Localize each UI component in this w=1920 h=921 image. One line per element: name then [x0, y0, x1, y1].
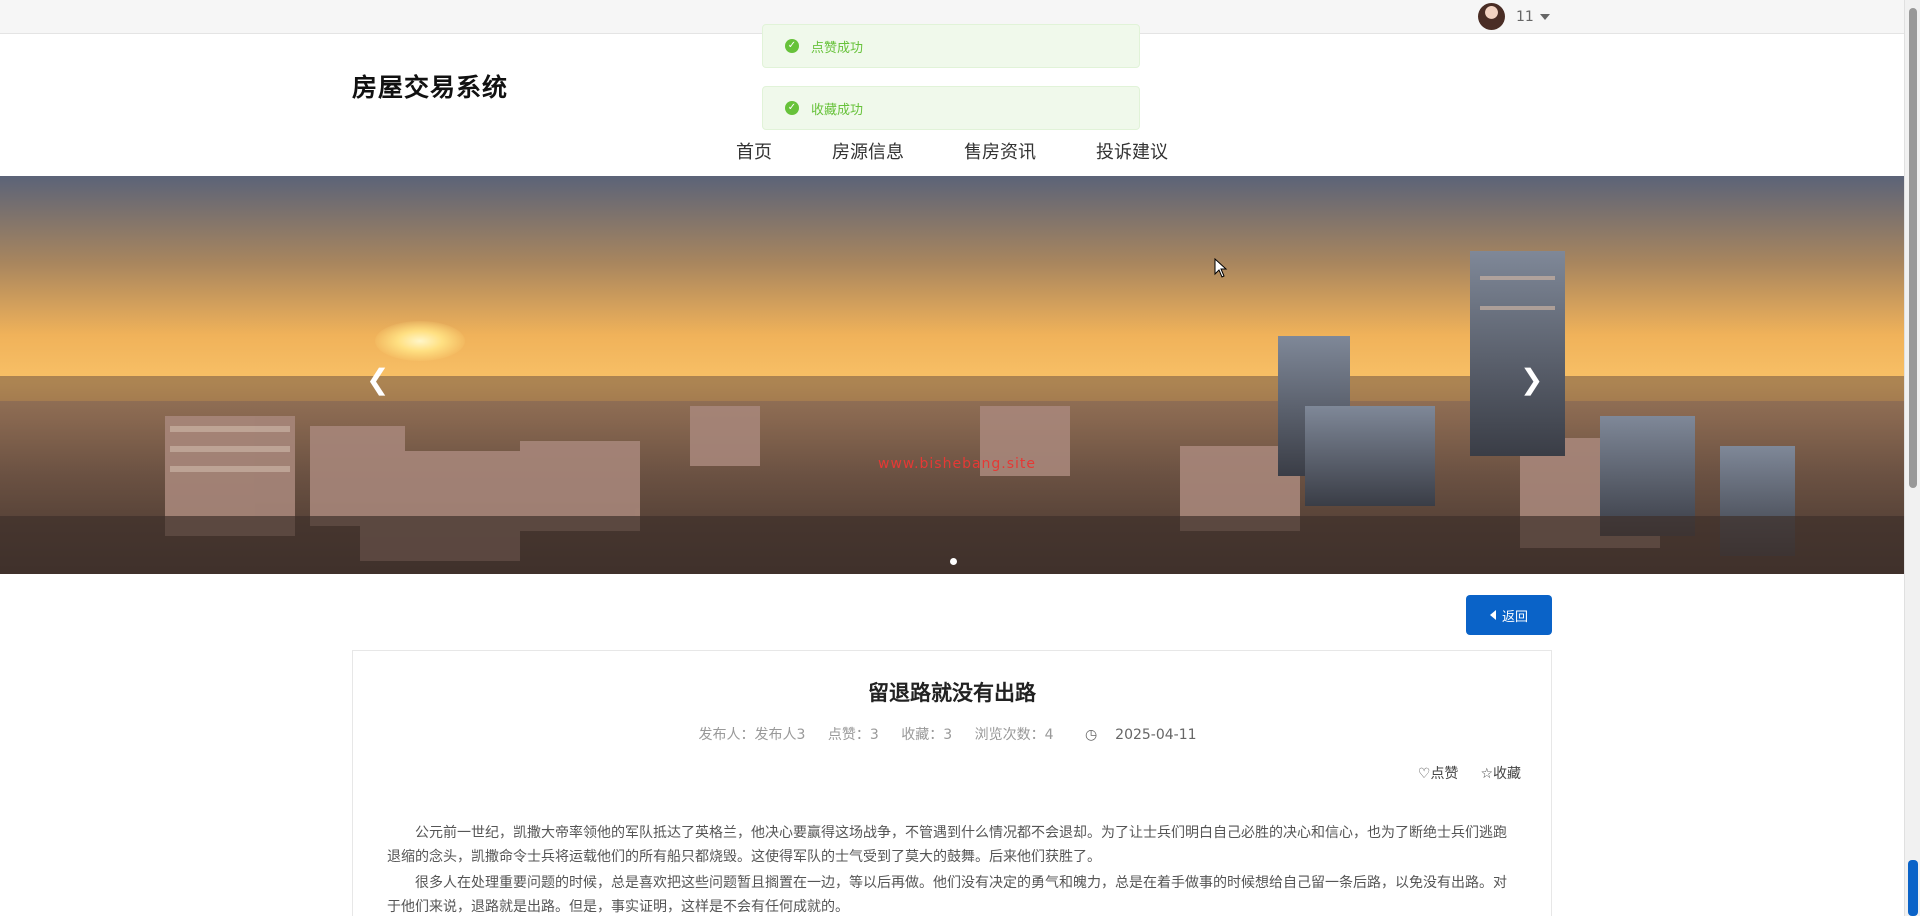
caret-left-icon — [1489, 610, 1496, 620]
main-nav: 首页 房源信息 售房资讯 投诉建议 — [736, 138, 1228, 164]
article-paragraph: 很多人在处理重要问题的时候，总是喜欢把这些问题暂且搁置在一边，等以后再做。他们没… — [387, 875, 1507, 915]
like-button[interactable]: ♡点赞 — [1418, 763, 1459, 783]
article-favorites: 收藏：3 — [901, 727, 953, 743]
favorite-label: 收藏 — [1493, 766, 1521, 782]
user-menu[interactable]: 11 — [1478, 3, 1550, 30]
article-views: 浏览次数：4 — [974, 727, 1054, 743]
article-meta: 发布人：发布人3 点赞：3 收藏：3 浏览次数：4 ◷ 2025-04-11 — [353, 724, 1551, 744]
page-scrollbar[interactable] — [1904, 0, 1920, 916]
favorite-button[interactable]: ☆收藏 — [1480, 763, 1521, 783]
star-icon: ☆ — [1480, 766, 1493, 782]
article-content: 公元前一世纪，凯撒大帝率领他的军队抵达了英格兰，他决心要赢得这场战争，不管遇到什… — [387, 821, 1511, 921]
back-button[interactable]: 返回 — [1466, 595, 1552, 635]
article-paragraph: 公元前一世纪，凯撒大帝率领他的军队抵达了英格兰，他决心要赢得这场战争，不管遇到什… — [387, 825, 1507, 865]
article-actions: ♡点赞 ☆收藏 — [1396, 763, 1521, 783]
article-likes: 点赞：3 — [827, 727, 879, 743]
nav-item-news[interactable]: 售房资讯 — [964, 138, 1036, 164]
avatar[interactable] — [1478, 3, 1505, 30]
scrollbar-indicator[interactable] — [1908, 860, 1918, 916]
site-title: 房屋交易系统 — [352, 73, 509, 102]
cityscape-image — [0, 251, 1904, 574]
banner-carousel[interactable]: www.bishebang.site ❮ ❯ — [0, 176, 1904, 574]
nav-item-listings[interactable]: 房源信息 — [832, 138, 904, 164]
check-circle-icon: ✓ — [785, 101, 799, 115]
heart-icon: ♡ — [1417, 766, 1431, 782]
nav-item-complaints[interactable]: 投诉建议 — [1096, 138, 1168, 164]
scrollbar-thumb[interactable] — [1909, 8, 1917, 488]
article-publisher: 发布人：发布人3 — [698, 727, 806, 743]
back-button-label: 返回 — [1501, 609, 1528, 625]
carousel-indicator[interactable] — [950, 558, 957, 565]
toast-favorite-success: ✓ 收藏成功 — [762, 86, 1140, 130]
toast-message: 收藏成功 — [811, 102, 864, 118]
clock-icon: ◷ — [1084, 727, 1098, 743]
mouse-cursor-icon — [1214, 258, 1228, 278]
user-name[interactable]: 11 — [1516, 9, 1534, 25]
article-date: 2025-04-11 — [1115, 727, 1197, 743]
nav-item-home[interactable]: 首页 — [736, 138, 772, 164]
article-card: 留退路就没有出路 发布人：发布人3 点赞：3 收藏：3 浏览次数：4 ◷ 2025… — [352, 650, 1552, 916]
article-title: 留退路就没有出路 — [868, 681, 1036, 705]
check-circle-icon: ✓ — [785, 39, 799, 53]
caret-down-icon[interactable] — [1539, 13, 1550, 20]
toast-like-success: ✓ 点赞成功 — [762, 24, 1140, 68]
chevron-right-icon[interactable]: ❯ — [1520, 366, 1543, 394]
like-label: 点赞 — [1430, 766, 1459, 782]
toast-message: 点赞成功 — [811, 40, 864, 56]
banner-watermark: www.bishebang.site — [878, 456, 1037, 472]
article-date-wrapper: ◷ 2025-04-11 — [1076, 727, 1206, 743]
chevron-left-icon[interactable]: ❮ — [366, 366, 389, 394]
